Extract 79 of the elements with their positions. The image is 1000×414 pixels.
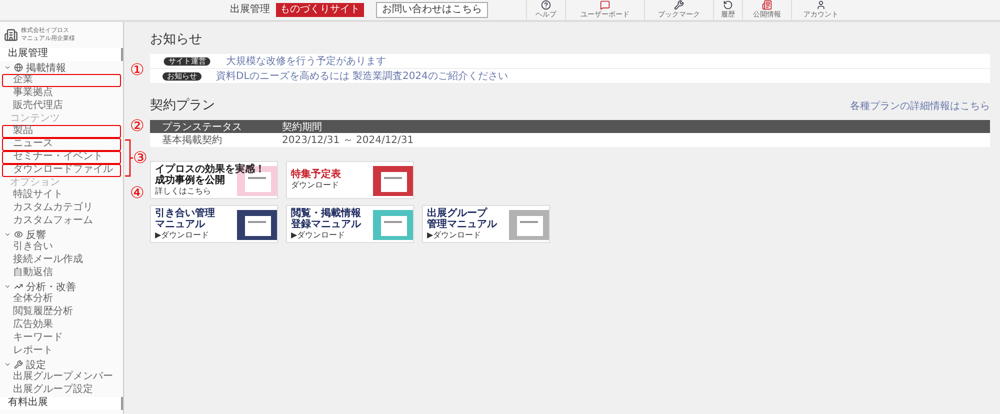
sidebar-link[interactable]: ニュース <box>2 138 121 151</box>
sidebar-link[interactable]: 全体分析 <box>2 293 121 306</box>
banner-action: ▶ダウンロード <box>155 230 210 240</box>
sidebar-group[interactable]: 掲載情報 <box>0 61 123 74</box>
document-icon <box>237 210 277 240</box>
wrench-icon <box>674 0 684 10</box>
sidebar-link[interactable]: 企業 <box>2 74 121 87</box>
annotation-number: ③ <box>133 150 148 166</box>
annotation-number: ① <box>130 62 144 78</box>
banner-title: マニュアル <box>155 218 206 230</box>
globe-icon <box>14 63 23 72</box>
eye-icon <box>14 230 23 239</box>
banner-action: ▶ダウンロード <box>291 230 346 240</box>
banner-title: 特集予定表 <box>291 169 342 180</box>
banner-title: 出展グループ <box>427 208 488 218</box>
sidebar-link[interactable]: 閲覧履歴分析 <box>2 306 121 319</box>
banner[interactable]: 出展グループ 管理マニュアル ▶ダウンロード <box>422 205 550 243</box>
sidebar-link[interactable]: 事業拠点 <box>2 87 121 100</box>
sidebar-link[interactable]: 自動返信 <box>2 267 121 280</box>
annotation-number: ④ <box>130 185 144 201</box>
wrench-icon <box>14 360 23 369</box>
notice-link[interactable]: 大規模な改修を行う予定があります <box>226 54 386 68</box>
sidebar-link[interactable]: 特設サイト <box>2 189 121 202</box>
document-icon <box>509 210 549 240</box>
sidebar-group[interactable]: 設定 <box>0 358 123 371</box>
site-title: 出展管理 <box>230 4 270 16</box>
section-title: 契約プラン <box>150 97 215 114</box>
sidebar-link[interactable]: 接続メール作成 <box>2 254 121 267</box>
banner-title: 管理マニュアル <box>427 218 498 230</box>
section-heading: コンテンツ <box>9 113 61 124</box>
sidebar-link[interactable]: 広告効果 <box>2 319 121 332</box>
table-cell-text: 2023/12/31 ～ 2024/12/31 <box>282 134 415 147</box>
banner[interactable]: 閲覧・掲載情報 登録マニュアル ▶ダウンロード <box>286 205 414 243</box>
sidebar-group[interactable]: 分析・改善 <box>0 280 123 293</box>
banner-action: ▶ダウンロード <box>427 230 482 240</box>
history-icon <box>723 0 733 10</box>
sidebar-link[interactable]: ダウンロードファイル <box>2 164 121 177</box>
sidebar-link[interactable]: 販売代理店 <box>2 100 121 113</box>
banner[interactable]: 特集予定表 ダウンロード <box>286 161 414 199</box>
column-header: プランステータス <box>162 120 243 134</box>
help-icon <box>541 0 551 10</box>
sidebar-group[interactable]: 反響 <box>0 228 123 241</box>
banner-title: 登録マニュアル <box>291 218 362 230</box>
sidebar-link[interactable]: セミナー・イベント <box>2 151 121 164</box>
sidebar-link[interactable]: 出展グループ設定 <box>2 384 121 397</box>
contact-button[interactable]: お問い合わせはこちら <box>376 2 488 18</box>
banner-title: 閲覧・掲載情報 <box>291 208 362 218</box>
section-heading: オプション <box>9 177 61 188</box>
sidebar-link[interactable]: 出展グループメンバー <box>2 371 121 384</box>
annotation-number: ② <box>130 118 144 134</box>
banner-action: 詳しくはこちら <box>155 186 212 196</box>
banner[interactable]: 引き合い管理 マニュアル ▶ダウンロード <box>150 205 278 243</box>
sidebar-link[interactable]: 製品 <box>2 125 121 138</box>
plan-details-link[interactable]: 各種プランの詳細情報はこちら <box>850 99 990 113</box>
bracket-drawing <box>125 139 133 177</box>
sidebar-title[interactable]: 有料出展 <box>0 397 123 410</box>
banner-action: ダウンロード <box>291 181 340 190</box>
sidebar-link[interactable]: カスタムカテゴリ <box>2 202 121 215</box>
banner[interactable]: イプロスの効果を実感！ 成功事例を公開 詳しくはこちら <box>150 161 278 199</box>
section-title: お知らせ <box>150 31 203 48</box>
banner-title: イプロスの効果を実感！ <box>155 164 266 174</box>
line-chart-icon <box>14 282 23 291</box>
building-icon <box>4 28 18 42</box>
sidebar-title[interactable]: 出展管理 <box>0 48 123 61</box>
banner-title: 引き合い管理 <box>155 208 216 218</box>
document-icon <box>373 210 413 240</box>
sidebar-link[interactable]: キーワード <box>2 332 121 345</box>
sidebar-link[interactable]: レポート <box>2 345 121 358</box>
person-icon <box>816 0 826 10</box>
table-cell-text: 基本掲載契約 <box>162 134 223 147</box>
site-badge: ものづくりサイト <box>276 3 364 17</box>
document-icon <box>373 166 413 196</box>
sidebar-link[interactable]: 引き合い <box>2 241 121 254</box>
chat-icon <box>600 0 610 10</box>
banner-title: 成功事例を公開 <box>155 174 226 186</box>
notice-link[interactable]: 資料DLのニーズを高めるには 製造業調査2024のご紹介ください <box>216 69 508 83</box>
newspaper-icon <box>762 0 772 10</box>
column-header: 契約期間 <box>282 120 323 134</box>
sidebar-link[interactable]: カスタムフォーム <box>2 215 121 228</box>
